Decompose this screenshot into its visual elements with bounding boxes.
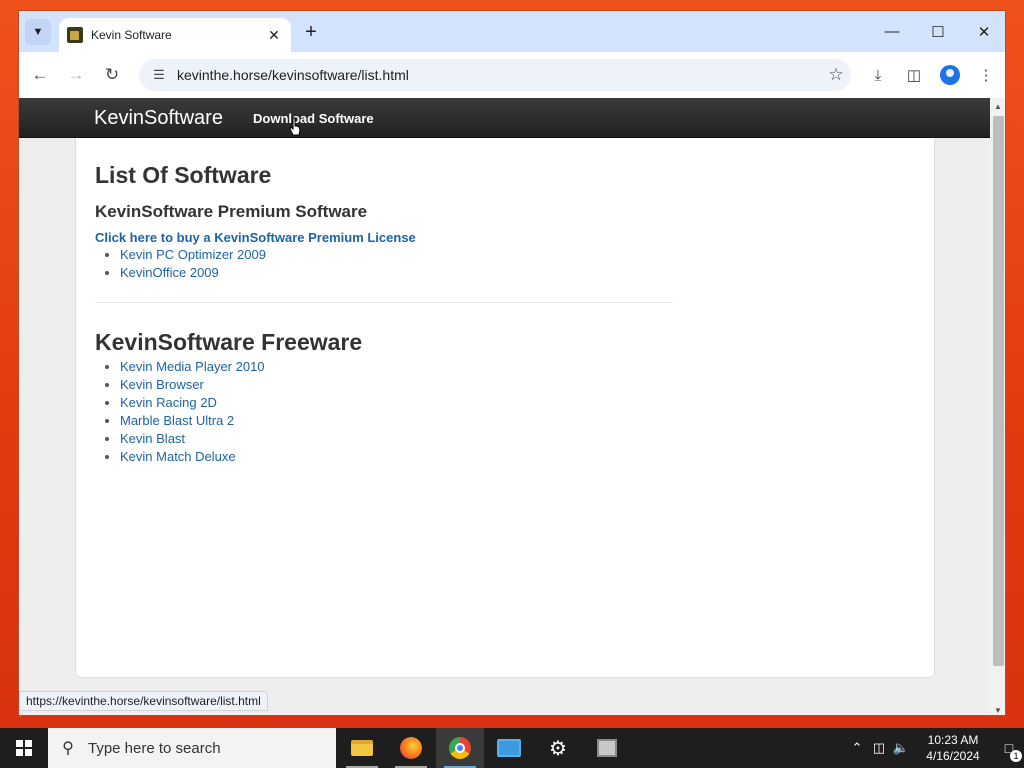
- back-arrow-icon[interactable]: ←: [27, 62, 53, 88]
- search-icon: ⚲: [62, 740, 74, 757]
- windows-logo-icon: [16, 740, 32, 756]
- address-bar[interactable]: ☰ kevinthe.horse/kevinsoftware/list.html…: [139, 59, 851, 91]
- software-link[interactable]: Kevin Racing 2D: [120, 395, 217, 410]
- windows-taskbar: ⚲ Type here to search ⚙ ⌃ ◫ 🔈 10:23 AM 4…: [0, 728, 1024, 768]
- clock-time: 10:23 AM: [927, 733, 979, 747]
- close-window-button[interactable]: ✕: [961, 11, 1005, 52]
- start-button[interactable]: [0, 728, 48, 768]
- reload-icon[interactable]: ↻: [99, 62, 125, 88]
- window-controls: — ☐ ✕: [869, 11, 1005, 52]
- software-link[interactable]: Kevin Blast: [120, 431, 185, 446]
- tab-strip: ▼ Kevin Software ✕ + — ☐ ✕: [19, 11, 1005, 52]
- notification-icon[interactable]: □ 1: [994, 740, 1024, 762]
- site-navbar: KevinSoftware Download Software: [19, 98, 990, 138]
- maximize-button[interactable]: ☐: [915, 11, 961, 52]
- vertical-scrollbar[interactable]: ▲ ▼: [990, 98, 1005, 715]
- star-icon[interactable]: ☆: [821, 65, 851, 85]
- chevron-down-icon: ▼: [32, 26, 44, 38]
- toolbar-right-icons: ⤓ ◫ ⋮: [865, 62, 999, 88]
- content-panel: List Of Software KevinSoftware Premium S…: [75, 138, 935, 678]
- list-item: Kevin Racing 2D: [120, 395, 265, 413]
- list-item: Kevin Blast: [120, 431, 265, 449]
- scroll-up-icon[interactable]: ▲: [994, 102, 1002, 111]
- buy-license-link[interactable]: Click here to buy a KevinSoftware Premiu…: [95, 230, 416, 245]
- chrome-icon: [449, 737, 471, 759]
- software-link[interactable]: Kevin Media Player 2010: [120, 359, 265, 374]
- profile-avatar[interactable]: [937, 62, 963, 88]
- freeware-list: Kevin Media Player 2010 Kevin Browser Ke…: [120, 359, 265, 467]
- list-item: Kevin PC Optimizer 2009: [120, 247, 266, 265]
- list-item: Marble Blast Ultra 2: [120, 413, 265, 431]
- site-info-icon[interactable]: ☰: [145, 67, 173, 83]
- site-favicon-icon: [67, 27, 83, 43]
- premium-heading: KevinSoftware Premium Software: [95, 202, 368, 221]
- clock-date: 4/16/2024: [926, 749, 980, 763]
- site-brand-link[interactable]: KevinSoftware: [94, 107, 223, 130]
- software-link[interactable]: KevinOffice 2009: [120, 265, 219, 280]
- side-panel-icon[interactable]: ◫: [901, 62, 927, 88]
- software-link[interactable]: Kevin PC Optimizer 2009: [120, 247, 266, 262]
- software-link[interactable]: Kevin Browser: [120, 377, 204, 392]
- installer-app[interactable]: [583, 728, 631, 768]
- system-tray: ⌃ ◫ 🔈 10:23 AM 4/16/2024 □ 1: [846, 728, 1024, 768]
- tab-title: Kevin Software: [91, 28, 172, 42]
- chevron-up-icon[interactable]: ⌃: [846, 740, 868, 756]
- chrome-app[interactable]: [436, 728, 484, 768]
- premium-software-list: Kevin PC Optimizer 2009 KevinOffice 2009: [120, 247, 266, 283]
- taskbar-search[interactable]: ⚲ Type here to search: [48, 728, 336, 768]
- section-divider: [95, 302, 673, 303]
- browser-toolbar: ← → ↻ ☰ kevinthe.horse/kevinsoftware/lis…: [19, 52, 1005, 98]
- software-link[interactable]: Marble Blast Ultra 2: [120, 413, 234, 428]
- network-icon[interactable]: ◫: [868, 740, 890, 756]
- installer-icon: [597, 739, 617, 757]
- volume-muted-icon[interactable]: 🔈: [890, 740, 912, 756]
- list-item: KevinOffice 2009: [120, 265, 266, 283]
- gear-icon: ⚙: [549, 737, 567, 760]
- new-tab-button[interactable]: +: [299, 21, 323, 45]
- clock[interactable]: 10:23 AM 4/16/2024: [918, 732, 988, 764]
- forward-arrow-icon[interactable]: →: [63, 62, 89, 88]
- download-icon[interactable]: ⤓: [865, 62, 891, 88]
- monitor-icon: [497, 739, 521, 757]
- link-status-bubble: https://kevinthe.horse/kevinsoftware/lis…: [19, 691, 268, 711]
- firefox-icon: [400, 737, 422, 759]
- download-software-link[interactable]: Download Software: [253, 111, 374, 126]
- tab-kevin-software[interactable]: Kevin Software ✕: [59, 18, 291, 52]
- kebab-menu-icon[interactable]: ⋮: [973, 62, 999, 88]
- tab-search-button[interactable]: ▼: [25, 19, 51, 45]
- url-text[interactable]: kevinthe.horse/kevinsoftware/list.html: [177, 67, 821, 83]
- minimize-button[interactable]: —: [869, 11, 915, 52]
- file-explorer-app[interactable]: [338, 728, 386, 768]
- settings-app[interactable]: ⚙: [534, 728, 582, 768]
- freeware-heading: KevinSoftware Freeware: [95, 329, 363, 355]
- list-item: Kevin Media Player 2010: [120, 359, 265, 377]
- firefox-app[interactable]: [387, 728, 435, 768]
- scroll-thumb[interactable]: [993, 116, 1004, 666]
- remote-desktop-app[interactable]: [485, 728, 533, 768]
- page-title: List Of Software: [95, 162, 272, 188]
- search-placeholder: Type here to search: [88, 739, 221, 757]
- list-item: Kevin Match Deluxe: [120, 449, 265, 467]
- notification-count: 1: [1010, 750, 1022, 762]
- scroll-down-icon[interactable]: ▼: [994, 706, 1002, 715]
- hand-cursor-icon: [289, 117, 301, 136]
- page-viewport: KevinSoftware Download Software List Of …: [19, 98, 990, 715]
- software-link[interactable]: Kevin Match Deluxe: [120, 449, 236, 464]
- folder-icon: [351, 740, 373, 756]
- close-tab-icon[interactable]: ✕: [265, 27, 283, 44]
- browser-window: ▼ Kevin Software ✕ + — ☐ ✕ ← → ↻ ☰ kevin…: [18, 10, 1006, 716]
- list-item: Kevin Browser: [120, 377, 265, 395]
